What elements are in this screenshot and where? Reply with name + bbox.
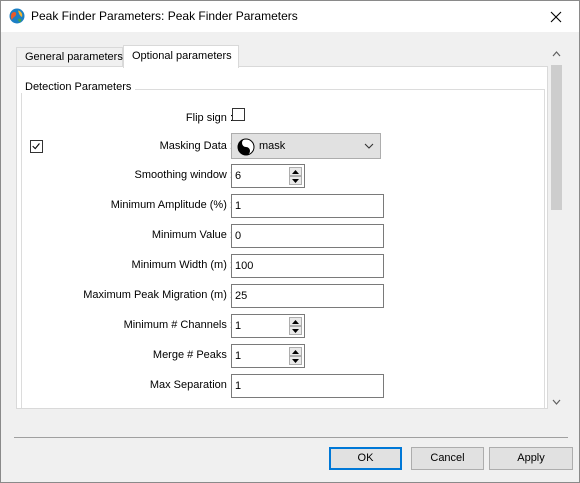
scroll-up-button[interactable] [548,45,565,62]
spin-up-icon [292,169,299,174]
scroll-down-button[interactable] [548,393,565,410]
min-channels-up[interactable] [289,317,302,326]
footer-separator [14,437,568,438]
spin-down-icon [292,178,299,183]
merge-peaks-down[interactable] [289,356,302,365]
min-value-input[interactable]: 0 [231,224,384,248]
max-separation-label: Max Separation : [149,379,233,391]
smoothing-window-up[interactable] [289,167,302,176]
min-channels-down[interactable] [289,326,302,335]
scroll-down-icon [552,399,561,405]
optional-parameters-panel: Detection Parameters Flip sign : Masking… [16,66,548,409]
dialog-window: Peak Finder Parameters: Peak Finder Para… [0,0,580,483]
min-amplitude-row: Minimum Amplitude (%) : 1 [17,194,547,218]
masking-data-dropdown[interactable]: mask [231,133,381,159]
merge-peaks-label: Merge # Peaks : [152,349,233,361]
flip-sign-checkbox[interactable] [232,108,245,121]
smoothing-window-stepper[interactable]: 6 [231,164,305,188]
spin-up-icon [292,349,299,354]
min-channels-value: 1 [235,320,242,332]
masking-data-row: Masking Data : mask [17,133,547,159]
smoothing-window-down[interactable] [289,176,302,185]
yin-yang-icon [237,138,255,156]
flip-sign-row: Flip sign : [17,107,547,131]
title-bar: Peak Finder Parameters: Peak Finder Para… [1,1,579,32]
group-title: Detection Parameters [21,81,136,93]
apply-button[interactable]: Apply [489,447,573,470]
window-title: Peak Finder Parameters: Peak Finder Para… [31,9,298,23]
spin-down-icon [292,328,299,333]
masking-data-label: Masking Data : [159,140,233,152]
max-separation-input[interactable]: 1 [231,374,384,398]
check-icon [32,143,40,150]
min-width-label: Minimum Width (m) : [131,259,233,271]
tab-optional-parameters[interactable]: Optional parameters [123,45,239,68]
min-channels-stepper[interactable]: 1 [231,314,305,338]
min-width-row: Minimum Width (m) : 100 [17,254,547,278]
vertical-scrollbar[interactable] [548,43,565,410]
spin-down-icon [292,358,299,363]
chevron-down-icon [364,143,374,149]
smoothing-window-row: Smoothing window : 6 [17,164,547,188]
ok-button[interactable]: OK [329,447,402,470]
tab-general-parameters[interactable]: General parameters [16,47,123,67]
masking-data-value: mask [259,140,286,152]
min-channels-label: Minimum # Channels : [123,319,233,331]
min-value-row: Minimum Value : 0 [17,224,547,248]
max-peak-migration-label: Maximum Peak Migration (m) : [83,289,233,301]
max-separation-row: Max Separation : 1 [17,374,547,398]
scrollbar-thumb[interactable] [551,65,562,210]
merge-peaks-row: Merge # Peaks : 1 [17,344,547,368]
close-icon [550,11,562,22]
merge-peaks-value: 1 [235,350,242,362]
masking-data-enable-checkbox[interactable] [30,140,43,153]
max-peak-migration-input[interactable]: 25 [231,284,384,308]
scroll-up-icon [552,50,561,56]
min-amplitude-label: Minimum Amplitude (%) : [110,199,233,211]
cancel-button[interactable]: Cancel [411,447,484,470]
min-amplitude-input[interactable]: 1 [231,194,384,218]
globe-app-icon [9,8,25,24]
min-channels-row: Minimum # Channels : 1 [17,314,547,338]
max-peak-migration-row: Maximum Peak Migration (m) : 25 [17,284,547,308]
merge-peaks-up[interactable] [289,347,302,356]
merge-peaks-stepper[interactable]: 1 [231,344,305,368]
min-width-input[interactable]: 100 [231,254,384,278]
flip-sign-label: Flip sign : [185,112,233,124]
smoothing-window-value: 6 [235,170,242,182]
min-value-label: Minimum Value : [151,229,233,241]
smoothing-window-label: Smoothing window : [134,169,233,181]
spin-up-icon [292,319,299,324]
close-button[interactable] [533,1,579,32]
